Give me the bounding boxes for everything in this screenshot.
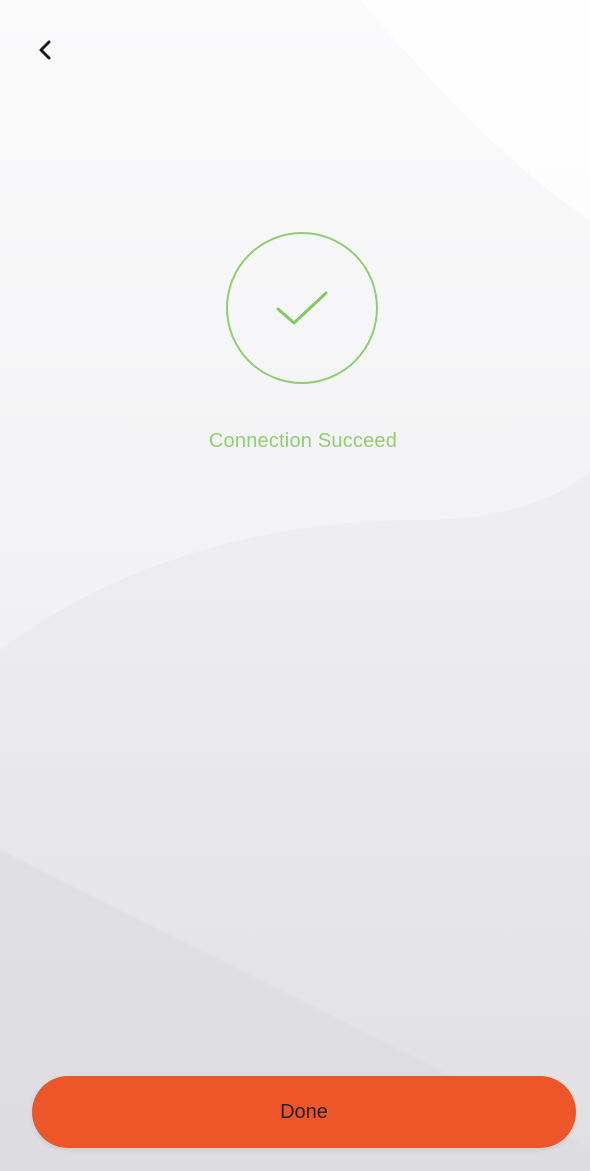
chevron-left-icon <box>39 40 51 60</box>
connection-success-screen: Connection Succeed Done <box>0 0 590 1171</box>
status-message: Connection Succeed <box>208 430 398 452</box>
background-gradient <box>0 0 590 1171</box>
success-indicator <box>226 232 378 384</box>
back-button[interactable] <box>26 30 66 70</box>
done-button[interactable]: Done <box>32 1076 576 1148</box>
checkmark-icon <box>276 291 328 325</box>
